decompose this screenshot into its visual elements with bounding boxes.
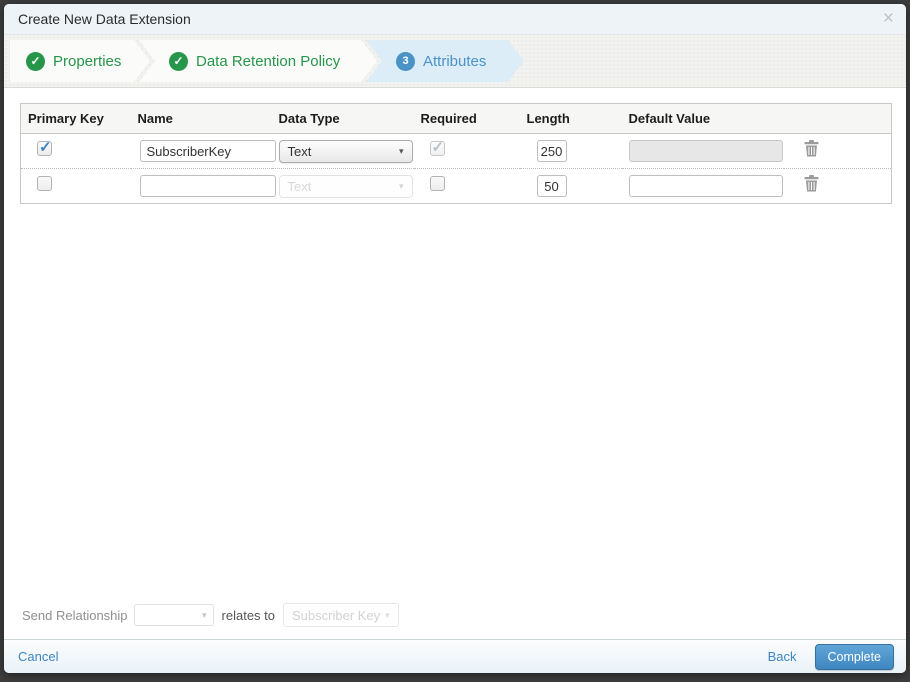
cancel-link[interactable]: Cancel [18, 649, 58, 664]
step-data-retention-policy-label: Data Retention Policy [196, 52, 341, 70]
col-header-primary-key: Primary Key [20, 103, 131, 134]
data-type-select: Text ▾ [278, 174, 413, 198]
data-type-value: Text [287, 178, 312, 194]
default-value-field [628, 140, 783, 162]
col-header-length: Length [519, 103, 622, 134]
step-properties[interactable]: ✓ Properties [10, 40, 150, 82]
required-checkbox [429, 138, 445, 156]
send-relationship-row: Send Relationship ▾ relates to Subscribe… [22, 603, 399, 627]
check-circle-icon: ✓ [26, 52, 45, 71]
step-number-badge: 3 [396, 52, 415, 71]
subscriber-key-value: Subscriber Key [292, 607, 381, 623]
send-relationship-select: ▾ [133, 604, 214, 626]
chevron-down-icon: ▾ [398, 145, 404, 156]
col-header-actions [783, 103, 892, 134]
step-attributes-label: Attributes [423, 52, 487, 70]
modal-titlebar: Create New Data Extension × [4, 4, 906, 35]
name-field[interactable] [139, 140, 276, 162]
col-header-required: Required [413, 103, 520, 134]
relates-to-label: relates to [221, 607, 276, 623]
col-header-data-type: Data Type [271, 103, 414, 134]
primary-key-checkbox[interactable] [37, 176, 52, 191]
chevron-down-icon: ▾ [385, 609, 390, 620]
back-link[interactable]: Back [768, 649, 797, 664]
col-header-default-value: Default Value [621, 103, 784, 134]
step-attributes[interactable]: 3 Attributes [366, 40, 524, 82]
table-header-row: Primary Key Name Data Type Required Leng… [20, 103, 892, 134]
length-field[interactable] [536, 175, 567, 197]
table-row: Text ▾ [21, 134, 892, 169]
create-data-extension-modal: Create New Data Extension × ✓ Properties… [4, 4, 906, 673]
col-header-name: Name [130, 103, 272, 134]
modal-footer: Cancel Back Complete [4, 639, 906, 673]
step-properties-label: Properties [53, 52, 122, 70]
send-relationship-label: Send Relationship [22, 607, 128, 623]
trash-icon[interactable] [804, 175, 819, 197]
complete-button[interactable]: Complete [814, 643, 894, 670]
close-icon[interactable]: × [883, 8, 894, 30]
table-row: Text ▾ [20, 168, 892, 204]
primary-key-checkbox[interactable] [37, 138, 52, 156]
subscriber-key-select: Subscriber Key ▾ [283, 603, 399, 627]
wizard-steps: ✓ Properties ✓ Data Retention Policy 3 A… [4, 35, 906, 88]
length-field[interactable] [536, 140, 567, 162]
chevron-down-icon: ▾ [398, 180, 404, 191]
required-checkbox[interactable] [429, 176, 445, 191]
default-value-field[interactable] [628, 175, 783, 197]
attributes-table: Primary Key Name Data Type Required Leng… [20, 103, 892, 204]
chevron-down-icon: ▾ [202, 609, 207, 620]
data-type-select[interactable]: Text ▾ [278, 139, 413, 163]
trash-icon[interactable] [804, 140, 819, 162]
name-field[interactable] [139, 175, 276, 197]
attributes-panel: Primary Key Name Data Type Required Leng… [4, 88, 906, 639]
check-circle-icon: ✓ [169, 52, 188, 71]
data-type-value: Text [287, 143, 312, 159]
step-data-retention-policy[interactable]: ✓ Data Retention Policy [139, 40, 377, 82]
modal-title: Create New Data Extension [18, 11, 191, 27]
